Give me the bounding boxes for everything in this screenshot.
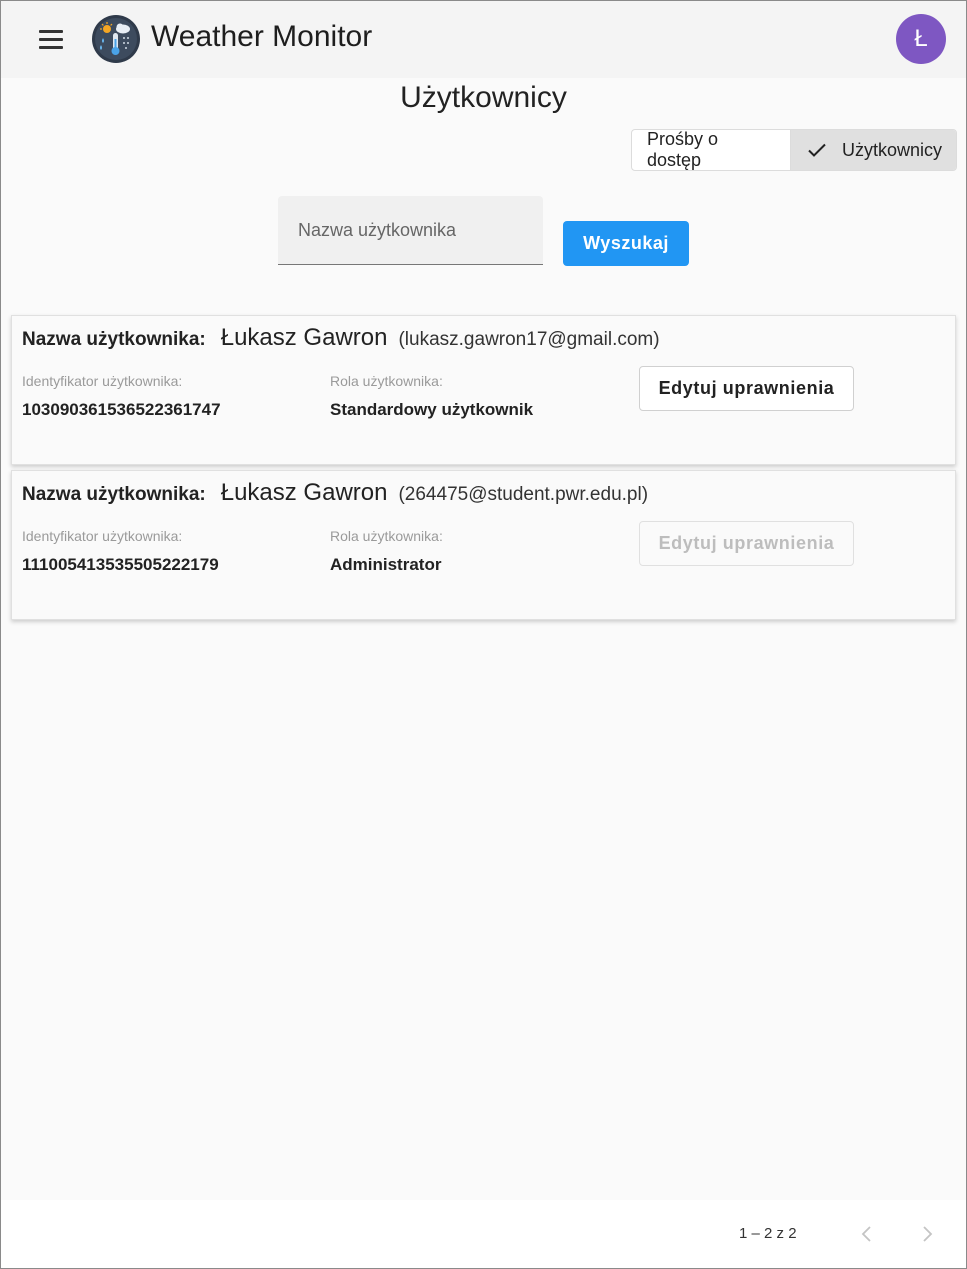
username-value: Łukasz Gawron xyxy=(220,324,388,351)
hamburger-menu-icon[interactable] xyxy=(35,23,69,57)
username-search-input[interactable] xyxy=(278,196,528,265)
user-card: Nazwa użytkownika: Łukasz Gawron (264475… xyxy=(11,470,956,620)
app-title: Weather Monitor xyxy=(151,20,373,53)
toggle-users[interactable]: Użytkownicy xyxy=(790,130,956,170)
user-email: (lukasz.gawron17@gmail.com) xyxy=(398,329,660,350)
weather-logo-icon xyxy=(91,14,141,64)
top-toolbar: Weather Monitor Ł xyxy=(1,1,966,78)
user-id-label: Identyfikator użytkownika: xyxy=(22,528,183,544)
user-role-label: Rola użytkownika: xyxy=(330,528,443,544)
toggle-access-requests[interactable]: Prośby o dostęp xyxy=(632,130,790,170)
username-search-field xyxy=(278,196,543,265)
user-role-label: Rola użytkownika: xyxy=(330,373,443,389)
user-id-value: 103090361536522361747 xyxy=(22,400,221,419)
paginator-range-label: 1 – 2 z 2 xyxy=(739,1225,797,1242)
view-toggle-group: Prośby o dostęp Użytkownicy xyxy=(631,129,957,171)
username-value: Łukasz Gawron xyxy=(220,479,388,506)
chevron-left-icon[interactable] xyxy=(855,1222,879,1246)
edit-permissions-button[interactable]: Edytuj uprawnienia xyxy=(639,366,854,411)
chevron-right-icon[interactable] xyxy=(915,1222,939,1246)
toggle-users-label: Użytkownicy xyxy=(842,139,943,160)
page-title: Użytkownicy xyxy=(400,81,567,114)
user-email: (264475@student.pwr.edu.pl) xyxy=(398,484,649,505)
user-id-value: 111005413535505222179 xyxy=(22,555,219,574)
search-button[interactable]: Wyszukaj xyxy=(563,221,689,266)
user-role-value: Administrator xyxy=(330,555,442,574)
username-label: Nazwa użytkownika: xyxy=(22,329,206,350)
user-avatar[interactable]: Ł xyxy=(896,14,946,64)
check-icon xyxy=(808,143,826,157)
toggle-access-requests-label: Prośby o dostęp xyxy=(647,129,719,170)
user-id-label: Identyfikator użytkownika: xyxy=(22,373,183,389)
user-card: Nazwa użytkownika: Łukasz Gawron (lukasz… xyxy=(11,315,956,465)
user-role-value: Standardowy użytkownik xyxy=(330,400,534,419)
edit-permissions-button: Edytuj uprawnienia xyxy=(639,521,854,566)
username-label: Nazwa użytkownika: xyxy=(22,484,206,505)
paginator: 1 – 2 z 2 xyxy=(1,1200,966,1268)
